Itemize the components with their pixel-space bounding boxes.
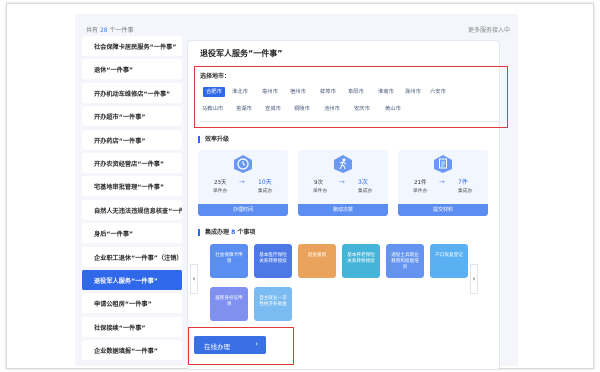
efficiency-title: 效率升级 bbox=[198, 136, 229, 143]
efficiency-card: 21件单件办 → 7件集成办提交材料 bbox=[398, 150, 488, 216]
sidebar-item[interactable]: 社保接续“一件事” bbox=[82, 316, 182, 337]
before-value: 23天 bbox=[214, 180, 227, 186]
sidebar-item[interactable]: 开办药店“一件事” bbox=[82, 129, 182, 150]
service-tile[interactable]: 社会保障卡申领 bbox=[210, 244, 248, 278]
item-count: 共有 28 个一件事 bbox=[86, 27, 134, 34]
city-option[interactable]: 淮南市 bbox=[378, 87, 394, 97]
after-label: 集成办 bbox=[358, 189, 373, 194]
sidebar-item[interactable]: 开办农资经营店“一件事” bbox=[82, 153, 182, 173]
service-tile[interactable]: 基本养老保险关系转移接续 bbox=[342, 244, 380, 278]
city-option[interactable]: 淮北市 bbox=[232, 87, 248, 97]
city-option[interactable]: 芜湖市 bbox=[236, 104, 252, 114]
city-option[interactable]: 蚌埠市 bbox=[320, 87, 336, 97]
more-services-note: 更多服务接入中 bbox=[467, 27, 510, 34]
service-tile[interactable]: 退役士兵职业教育和技能培训 bbox=[386, 244, 424, 278]
before-label: 单件办 bbox=[313, 189, 328, 194]
divider bbox=[200, 121, 500, 122]
sidebar-item[interactable]: 企业数据填报“一件事” bbox=[82, 340, 182, 361]
after-value: 3次 bbox=[358, 179, 368, 186]
city-option[interactable]: 黄山市 bbox=[385, 104, 401, 114]
card-footer: 跑动次数 bbox=[298, 204, 388, 216]
efficiency-card: 9次单件办 → 3次集成办跑动次数 bbox=[298, 150, 388, 216]
before-label: 单件办 bbox=[413, 189, 428, 194]
sidebar-item[interactable]: 申请公租房“一件事” bbox=[82, 293, 182, 314]
list-header: 共有 28 个一件事 更多服务接入中 bbox=[80, 22, 510, 36]
region-highlight-box bbox=[194, 66, 508, 128]
before-label: 单件办 bbox=[213, 189, 228, 194]
city-option[interactable]: 六安市 bbox=[430, 87, 446, 97]
city-option[interactable]: 宣城市 bbox=[265, 104, 281, 114]
service-tile[interactable]: 居民身份证申领 bbox=[210, 287, 248, 321]
carousel-next-button[interactable]: › bbox=[470, 264, 478, 294]
after-value: 10天 bbox=[258, 179, 272, 186]
sidebar-item[interactable]: 退休“一件事” bbox=[82, 59, 182, 80]
service-tile[interactable]: 自主就业一次性经济补助金 bbox=[254, 287, 292, 321]
service-tile[interactable]: 基本医疗保险关系转移接续 bbox=[254, 244, 292, 278]
sidebar-item[interactable]: 社会保障卡居民服务“一件事” bbox=[82, 36, 182, 56]
arrow-right-icon: → bbox=[239, 178, 245, 186]
city-option[interactable]: 阜阳市 bbox=[348, 87, 364, 97]
sidebar-item[interactable]: 退役军人服务“一件事” bbox=[82, 270, 182, 290]
city-option[interactable]: 合肥市 bbox=[203, 87, 225, 97]
sidebar-item[interactable]: 企业职工退休“一件事”（注销） bbox=[82, 246, 182, 267]
region-label: 选择地市： bbox=[200, 73, 231, 80]
city-option[interactable]: 铜陵市 bbox=[294, 104, 310, 114]
city-option[interactable]: 亳州市 bbox=[262, 87, 278, 97]
sidebar-item[interactable]: 开办机动车维修店“一件事” bbox=[82, 82, 182, 103]
items-title: 集成办理 8 个事项 bbox=[198, 229, 255, 236]
before-value: 9次 bbox=[314, 180, 323, 186]
page-title: 退役军人服务“一件事” bbox=[200, 49, 283, 58]
after-value: 7件 bbox=[458, 179, 468, 186]
chevron-right-icon: › bbox=[255, 340, 258, 348]
arrow-right-icon: → bbox=[339, 178, 345, 186]
arrow-right-icon: → bbox=[439, 178, 445, 186]
after-label: 集成办 bbox=[258, 189, 273, 194]
sidebar: 社会保障卡居民服务“一件事” 退休“一件事” 开办机动车维修店“一件事” 开办超市“一… bbox=[82, 36, 182, 366]
carousel-prev-button[interactable]: ‹ bbox=[190, 264, 198, 294]
document-icon bbox=[431, 154, 455, 174]
city-option[interactable]: 池州市 bbox=[324, 104, 340, 114]
sidebar-item[interactable]: 开办超市“一件事” bbox=[82, 106, 182, 127]
sidebar-item[interactable]: 宅基地审批管理“一件事” bbox=[82, 176, 182, 197]
city-option[interactable]: 滁州市 bbox=[405, 87, 421, 97]
clock-icon bbox=[231, 154, 255, 174]
online-apply-button[interactable]: 在线办理 › bbox=[194, 336, 266, 354]
sidebar-item[interactable]: 自然人无违法违规信息核查“一件事” bbox=[82, 199, 182, 220]
city-option[interactable]: 马鞍山市 bbox=[202, 104, 223, 114]
card-footer: 办理时间 bbox=[198, 204, 288, 216]
service-tile[interactable]: 户口恢复登记 bbox=[430, 244, 468, 278]
after-label: 集成办 bbox=[458, 189, 473, 194]
city-option[interactable]: 宿州市 bbox=[290, 87, 306, 97]
efficiency-card: 23天单件办 → 10天集成办办理时间 bbox=[198, 150, 288, 216]
runner-icon bbox=[331, 154, 355, 174]
card-footer: 提交材料 bbox=[398, 204, 488, 216]
service-tile[interactable]: 退役报到 bbox=[298, 244, 336, 278]
city-option[interactable]: 安庆市 bbox=[354, 104, 370, 114]
sidebar-item[interactable]: 身后“一件事” bbox=[82, 223, 182, 244]
before-value: 21件 bbox=[414, 180, 427, 186]
